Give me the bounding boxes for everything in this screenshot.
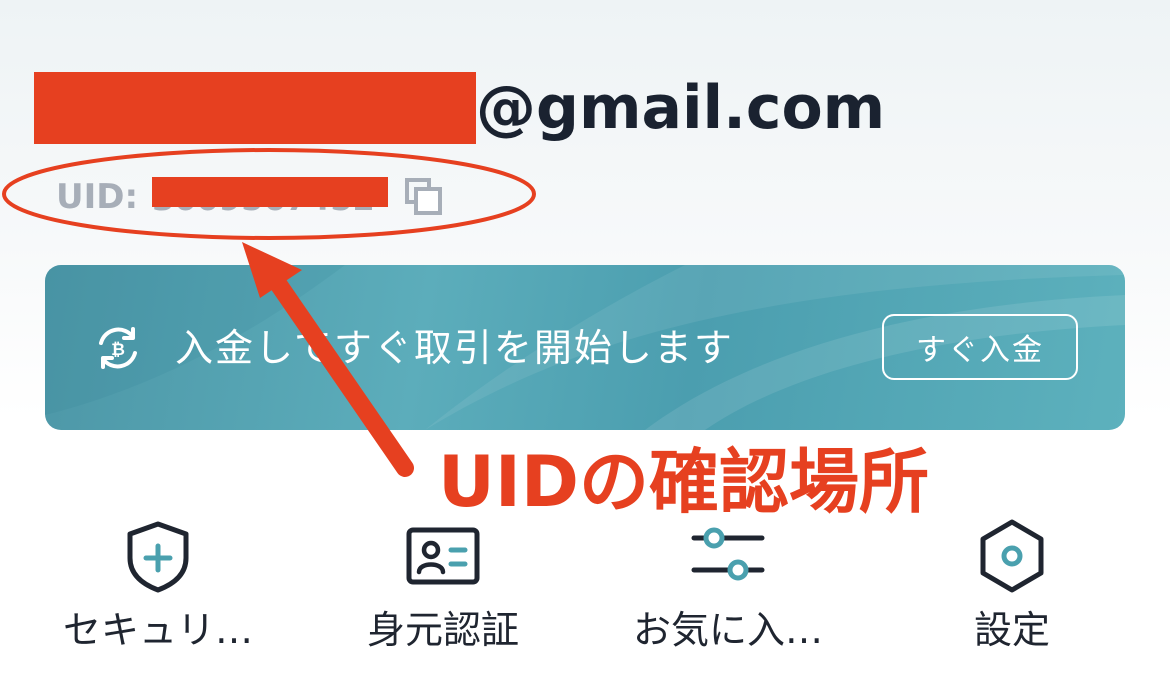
hexagon-settings-icon xyxy=(980,519,1044,593)
menu-label-settings: 設定 xyxy=(973,608,1050,652)
deposit-now-button[interactable]: すぐ入金 xyxy=(882,314,1078,380)
menu-label-identity: 身元認証 xyxy=(366,608,519,652)
email-domain: @gmail.com xyxy=(476,73,886,143)
menu-label-favorites: お気に入… xyxy=(632,608,823,652)
svg-text:₿: ₿ xyxy=(111,340,125,360)
sliders-icon xyxy=(691,527,765,581)
menu-label-security: セキュリ… xyxy=(62,608,253,652)
quick-menu: セキュリ… 身元認証 お気に入… 設定 xyxy=(0,510,1170,690)
menu-item-security[interactable]: セキュリ… xyxy=(33,510,283,670)
annotation-arrow xyxy=(242,242,414,477)
account-email: @gmail.com xyxy=(34,72,885,144)
shield-plus-icon xyxy=(127,521,189,593)
menu-item-favorites[interactable]: お気に入… xyxy=(603,510,853,670)
deposit-banner: ₿ 入金してすぐ取引を開始します すぐ入金 xyxy=(45,265,1125,430)
id-card-icon xyxy=(406,527,480,585)
annotation-ellipse xyxy=(2,148,536,240)
menu-item-identity[interactable]: 身元認証 xyxy=(318,510,568,670)
menu-item-settings[interactable]: 設定 xyxy=(887,510,1137,670)
email-redaction xyxy=(34,72,476,144)
bitcoin-exchange-icon: ₿ xyxy=(99,327,137,369)
